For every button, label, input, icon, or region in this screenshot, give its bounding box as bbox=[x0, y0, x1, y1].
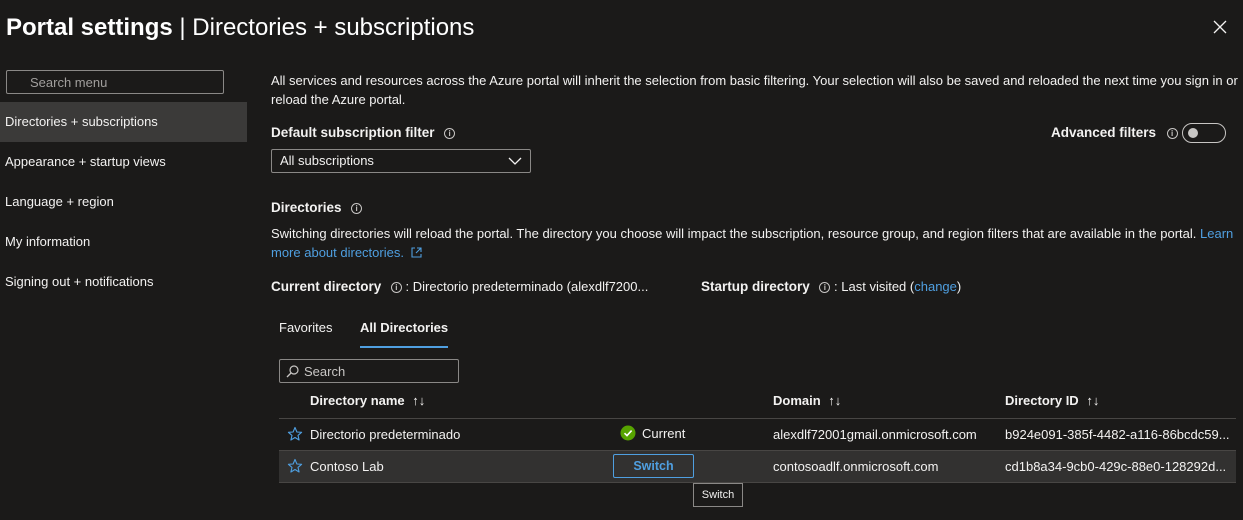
tab-favorites[interactable]: Favorites bbox=[279, 320, 332, 348]
advanced-filters-label: Advanced filters bbox=[1051, 125, 1157, 140]
info-icon[interactable]: i bbox=[390, 282, 402, 293]
title-separator: | bbox=[172, 14, 193, 41]
advanced-filters-toggle[interactable] bbox=[1182, 123, 1226, 143]
status-badge: Current bbox=[620, 425, 685, 441]
directory-search-box bbox=[279, 359, 459, 383]
sidebar-item-signing-out-notifications[interactable]: Signing out + notifications bbox=[0, 262, 247, 302]
directories-heading: Directories i bbox=[271, 200, 363, 215]
directory-domain: contosoadlf.onmicrosoft.com bbox=[773, 459, 939, 474]
advanced-filters-heading: Advanced filters i bbox=[1051, 125, 1178, 140]
current-directory-label: Current directory bbox=[271, 279, 382, 294]
column-header-directory-id[interactable]: Directory ID ↑↓ bbox=[1005, 393, 1099, 408]
column-header-label: Directory name bbox=[310, 393, 405, 408]
sidebar-item-directories-subscriptions[interactable]: Directories + subscriptions bbox=[0, 102, 247, 142]
column-header-label: Directory ID bbox=[1005, 393, 1079, 408]
tab-all-directories[interactable]: All Directories bbox=[360, 320, 449, 348]
star-icon[interactable] bbox=[287, 426, 303, 442]
info-icon[interactable]: i bbox=[819, 282, 831, 293]
sort-icon: ↑↓ bbox=[412, 393, 426, 408]
startup-directory-label: Startup directory bbox=[701, 279, 810, 294]
switch-tooltip: Switch bbox=[693, 483, 743, 507]
search-menu-input[interactable] bbox=[7, 71, 223, 93]
switch-button[interactable]: Switch bbox=[613, 454, 694, 478]
directory-id: b924e091-385f-4482-a116-86bcdc59... bbox=[1005, 427, 1230, 442]
sidebar-item-my-information[interactable]: My information bbox=[0, 222, 247, 262]
directory-domain: alexdlf72001gmail.onmicrosoft.com bbox=[773, 427, 977, 442]
default-subscription-filter-dropdown[interactable]: All subscriptions bbox=[271, 149, 531, 173]
directories-desc-text: Switching directories will reload the po… bbox=[271, 226, 1197, 241]
search-menu-box bbox=[6, 70, 224, 94]
column-header-directory-name[interactable]: Directory name ↑↓ bbox=[310, 393, 425, 408]
check-circle-icon bbox=[620, 425, 636, 441]
sidebar-item-language-region[interactable]: Language + region bbox=[0, 182, 247, 222]
directory-id: cd1b8a34-9cb0-429c-88e0-128292d... bbox=[1005, 459, 1227, 474]
status-text: Current bbox=[642, 426, 686, 441]
sort-icon: ↑↓ bbox=[1086, 393, 1100, 408]
info-icon[interactable]: i bbox=[1166, 128, 1178, 139]
default-subscription-filter-label: Default subscription filter bbox=[271, 125, 435, 140]
info-icon[interactable]: i bbox=[444, 128, 456, 139]
current-directory: Current directory i : Directorio predete… bbox=[271, 279, 648, 294]
startup-directory-change-link[interactable]: change bbox=[914, 279, 957, 294]
title-bold: Portal settings bbox=[6, 14, 173, 41]
directories-description: Switching directories will reload the po… bbox=[271, 224, 1239, 262]
current-directory-value: : Directorio predeterminado (alexdlf7200… bbox=[405, 279, 649, 294]
column-header-domain[interactable]: Domain ↑↓ bbox=[773, 393, 841, 408]
external-link-icon bbox=[411, 247, 422, 258]
startup-directory: Startup directory i : Last visited (chan… bbox=[701, 279, 961, 294]
main-content: All services and resources across the Az… bbox=[271, 0, 1243, 520]
sort-icon: ↑↓ bbox=[828, 393, 842, 408]
intro-text: All services and resources across the Az… bbox=[271, 73, 1238, 107]
default-subscription-filter-heading: Default subscription filter i bbox=[271, 125, 456, 140]
table-header: Directory name ↑↓ Domain ↑↓ Directory ID… bbox=[279, 385, 1236, 419]
directory-name: Contoso Lab bbox=[310, 459, 384, 474]
sidebar-item-appearance-startup-views[interactable]: Appearance + startup views bbox=[0, 142, 247, 182]
toggle-knob bbox=[1188, 128, 1198, 138]
advanced-filters: Advanced filters i bbox=[1003, 123, 1243, 145]
info-icon[interactable]: i bbox=[351, 203, 363, 214]
table-row[interactable]: Contoso Lab Switch contosoadlf.onmicroso… bbox=[279, 451, 1236, 483]
directories-table: Directory name ↑↓ Domain ↑↓ Directory ID… bbox=[279, 385, 1236, 483]
default-subscription-filter-value: All subscriptions bbox=[280, 153, 374, 168]
chevron-down-icon bbox=[508, 157, 522, 165]
directories-label: Directories bbox=[271, 200, 342, 215]
directory-search-input[interactable] bbox=[280, 360, 458, 382]
table-row[interactable]: Directorio predeterminado Current alexdl… bbox=[279, 419, 1236, 451]
column-header-label: Domain bbox=[773, 393, 821, 408]
startup-directory-close-paren: ) bbox=[956, 279, 962, 294]
startup-directory-value: : Last visited ( bbox=[834, 279, 915, 294]
star-icon[interactable] bbox=[287, 458, 303, 474]
directory-name: Directorio predeterminado bbox=[310, 427, 461, 442]
